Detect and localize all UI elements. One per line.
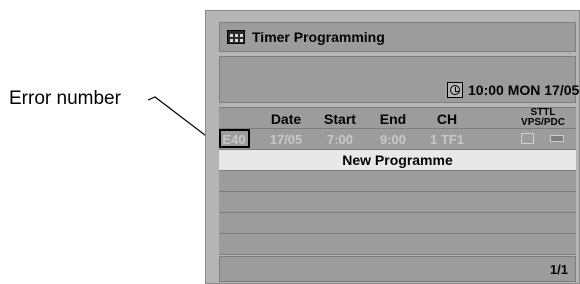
window-title: Timer Programming [252, 29, 385, 45]
error-code: E40 [222, 132, 246, 147]
empty-row[interactable] [219, 171, 576, 192]
error-number-callout: Error number [9, 88, 121, 109]
footer-bar: 1/1 [219, 256, 576, 282]
table-row[interactable]: E40 17/05 7:00 9:00 1 TF1 [219, 129, 576, 150]
header-vps-pdc: VPS/PDC [521, 117, 565, 128]
header-date: Date [270, 111, 302, 127]
header-ch: CH [436, 111, 458, 127]
menu-grid-icon [227, 30, 245, 44]
row-channel: 1 TF1 [430, 132, 464, 147]
row-date: 17/05 [269, 132, 303, 147]
sttl-checkbox[interactable] [521, 133, 534, 144]
table-header: Date Start End CH STTL VPS/PDC [219, 107, 576, 129]
row-start: 7:00 [326, 132, 354, 147]
page-indicator: 1/1 [549, 262, 568, 277]
header-start: Start [324, 111, 356, 127]
header-sttl-vps: STTL VPS/PDC [513, 108, 573, 128]
empty-row[interactable] [219, 234, 576, 255]
row-end: 9:00 [379, 132, 407, 147]
timer-programming-panel: Timer Programming 10:00 MON 17/05 Date S… [205, 10, 580, 284]
vps-pdc-icon [550, 135, 564, 142]
current-datetime: 10:00 MON 17/05 [468, 82, 580, 98]
new-programme-item[interactable]: New Programme [219, 150, 576, 171]
timer-table: Date Start End CH STTL VPS/PDC E40 17/05… [219, 107, 576, 255]
empty-row[interactable] [219, 192, 576, 213]
info-box: 10:00 MON 17/05 [219, 56, 580, 103]
empty-row[interactable] [219, 213, 576, 234]
title-bar: Timer Programming [219, 22, 576, 52]
clock-icon [447, 82, 463, 98]
header-end: End [379, 111, 407, 127]
